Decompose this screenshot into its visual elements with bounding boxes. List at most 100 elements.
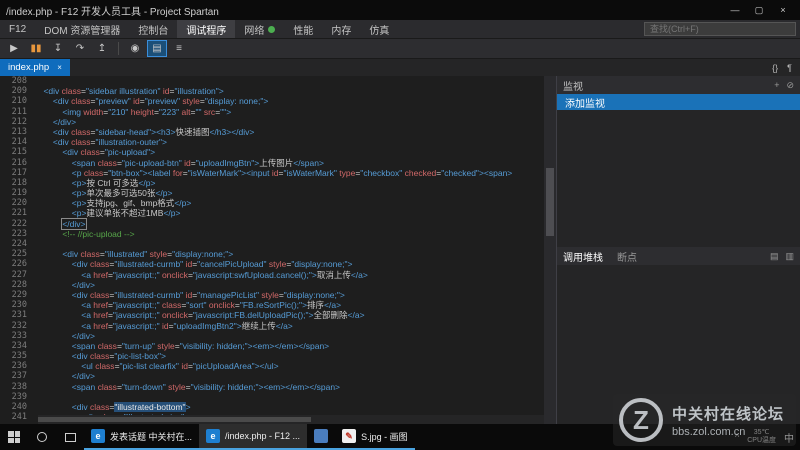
menu-item-debugger[interactable]: 调试程序 xyxy=(177,20,236,38)
line-number[interactable]: 233 xyxy=(0,331,34,341)
search-button[interactable] xyxy=(28,424,56,450)
line-number[interactable]: 221 xyxy=(0,208,34,218)
code-text: <p>支持jpg、gif、bmp格式</p> xyxy=(71,198,192,209)
add-watch-icon[interactable]: + xyxy=(774,80,779,91)
task-view-button[interactable] xyxy=(56,424,84,450)
step-into-icon[interactable]: ↧ xyxy=(48,40,68,57)
zol-logo: Z xyxy=(618,398,663,442)
code-text: <p>单次最多可选50张</p> xyxy=(71,188,173,199)
search-input[interactable] xyxy=(650,24,790,34)
toolbar-divider xyxy=(118,42,119,55)
add-watch-row[interactable]: 添加监视 xyxy=(557,94,800,110)
subtab-breakpoints[interactable]: 断点 xyxy=(617,249,637,264)
line-number[interactable]: 219 xyxy=(0,188,34,198)
taskbar-task-browser-zol[interactable]: e 发表话题 中关村在... xyxy=(84,424,200,450)
line-number[interactable]: 232 xyxy=(0,321,34,331)
tab-right-icons: {} ¶ xyxy=(772,59,800,76)
taskbar-task-app[interactable] xyxy=(307,424,336,450)
pretty-print-icon[interactable]: {} xyxy=(772,63,778,73)
code-editor[interactable]: 208 209 <div class="sidebar illustration"… xyxy=(0,76,544,424)
taskbar-task-f12-window[interactable]: e/index.php - F12 ... xyxy=(199,424,308,450)
line-number[interactable]: 224 xyxy=(0,239,34,249)
close-button[interactable]: × xyxy=(772,2,794,18)
line-number[interactable]: 213 xyxy=(0,127,34,137)
line-number[interactable]: 226 xyxy=(0,259,34,269)
callstack-header-icons: ▤ ▥ xyxy=(770,251,794,262)
word-wrap-icon[interactable]: ¶ xyxy=(787,63,792,73)
line-number[interactable]: 222 xyxy=(0,219,34,229)
code-text: <div class="pic-list-box"> xyxy=(71,351,166,362)
stack-frames-icon[interactable]: ▤ xyxy=(770,251,779,262)
watch-panel: 监视 + ⊘ 添加监视 调用堆栈 断点 ▤ ▥ xyxy=(556,76,800,424)
line-number[interactable]: 239 xyxy=(0,392,34,402)
line-number[interactable]: 240 xyxy=(0,402,34,412)
line-number[interactable]: 228 xyxy=(0,280,34,290)
line-number[interactable]: 225 xyxy=(0,249,34,259)
code-line-219: 219 <p>单次最多可选50张</p> xyxy=(0,188,544,198)
code-text: <img width="210" height="223" alt="" src… xyxy=(62,106,232,117)
menu-item-performance[interactable]: 性能 xyxy=(284,20,322,38)
menu-item-label: 内存 xyxy=(331,25,352,37)
line-number[interactable]: 212 xyxy=(0,117,34,127)
menu-item-f12[interactable]: F12 xyxy=(0,20,35,38)
line-number[interactable]: 216 xyxy=(0,158,34,168)
code-line-208: 208 xyxy=(0,76,544,86)
line-number[interactable]: 229 xyxy=(0,290,34,300)
horizontal-scrollbar-thumb[interactable] xyxy=(38,417,312,422)
line-number[interactable]: 210 xyxy=(0,96,34,106)
line-number[interactable]: 227 xyxy=(0,270,34,280)
line-number[interactable]: 241 xyxy=(0,412,34,422)
line-number[interactable]: 230 xyxy=(0,300,34,310)
menu-item-dom-explorer[interactable]: DOM 资源管理器 xyxy=(35,20,129,38)
vertical-scrollbar[interactable] xyxy=(544,76,556,424)
continue-icon[interactable]: ▶ xyxy=(4,40,24,57)
line-number[interactable]: 238 xyxy=(0,382,34,392)
line-number[interactable]: 235 xyxy=(0,351,34,361)
minimize-button[interactable]: — xyxy=(724,2,746,18)
tab-index-php[interactable]: index.php × xyxy=(0,59,70,76)
code-line-230: 230 <a href="javascript:;" class="sort" … xyxy=(0,300,544,310)
debug-options-icon[interactable]: ≡ xyxy=(169,40,189,57)
line-number[interactable]: 223 xyxy=(0,229,34,239)
line-number[interactable]: 234 xyxy=(0,341,34,351)
line-number[interactable]: 220 xyxy=(0,198,34,208)
step-over-icon[interactable]: ↷ xyxy=(70,40,90,57)
stack-options-icon[interactable]: ▥ xyxy=(785,251,794,262)
code-text: <div class="illustrated" style="display:… xyxy=(62,249,234,260)
menu-item-memory[interactable]: 内存 xyxy=(322,20,360,38)
start-button[interactable] xyxy=(0,424,28,450)
taskbar-task-paint[interactable]: ✎ S.jpg - 画图 xyxy=(335,424,415,450)
break-icon[interactable]: ▮▮ xyxy=(26,40,46,57)
menu-item-console[interactable]: 控制台 xyxy=(129,20,177,38)
just-my-code-icon[interactable]: ▤ xyxy=(147,40,167,57)
subtab-callstack[interactable]: 调用堆栈 xyxy=(563,249,603,264)
line-number[interactable]: 214 xyxy=(0,137,34,147)
code-line-233: 233 </div> xyxy=(0,331,544,341)
line-number[interactable]: 209 xyxy=(0,86,34,96)
line-number[interactable]: 215 xyxy=(0,147,34,157)
line-number[interactable]: 218 xyxy=(0,178,34,188)
line-number[interactable]: 211 xyxy=(0,107,34,117)
menu-item-emulation[interactable]: 仿真 xyxy=(360,20,398,38)
horizontal-scrollbar[interactable] xyxy=(38,415,544,424)
maximize-button[interactable]: ▢ xyxy=(748,2,770,18)
line-number[interactable]: 236 xyxy=(0,361,34,371)
code-text: <p>建议单张不超过1MB</p> xyxy=(71,208,181,219)
break-on-exception-icon[interactable]: ◉ xyxy=(125,40,145,57)
tab-close-icon[interactable]: × xyxy=(57,63,62,72)
line-number[interactable]: 217 xyxy=(0,168,34,178)
code-text: </div> xyxy=(71,330,95,341)
window-controls: — ▢ × xyxy=(724,2,794,18)
step-out-icon[interactable]: ↥ xyxy=(92,40,112,57)
line-number[interactable]: 231 xyxy=(0,310,34,320)
line-number[interactable]: 208 xyxy=(0,76,34,86)
code-text: <div class="illustrated-curmb" id="manag… xyxy=(71,289,345,300)
code-line-226: 226 <div class="illustrated-curmb" id="c… xyxy=(0,259,544,269)
line-number[interactable]: 237 xyxy=(0,371,34,381)
clear-watch-icon[interactable]: ⊘ xyxy=(786,80,794,91)
code-line-223: 223 <!-- //pic-upload --> xyxy=(0,229,544,239)
search-box[interactable] xyxy=(644,22,796,36)
windows-logo-icon xyxy=(8,431,20,443)
menu-item-network[interactable]: 网络 xyxy=(235,20,284,38)
vertical-scrollbar-thumb[interactable] xyxy=(546,168,554,236)
